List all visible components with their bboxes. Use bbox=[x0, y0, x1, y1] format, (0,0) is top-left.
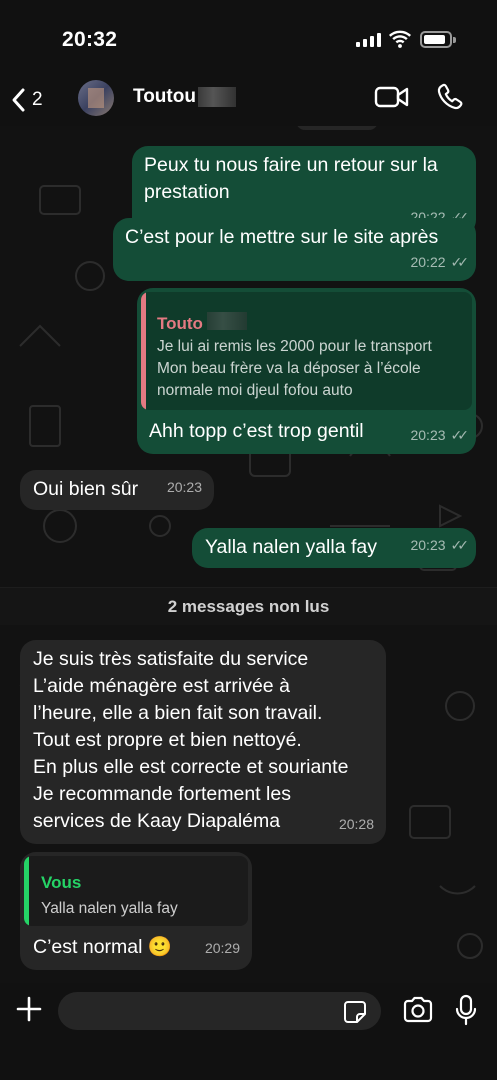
message-text: C’est pour le mettre sur le site après bbox=[125, 226, 439, 248]
read-receipt-icon: ✓✓ bbox=[450, 254, 470, 270]
message-bubble-reply[interactable]: Vous Yalla nalen yalla fay C’est normal … bbox=[20, 852, 252, 970]
back-button[interactable]: 2 bbox=[10, 84, 54, 116]
camera-icon bbox=[403, 996, 433, 1023]
status-bar: 20:32 bbox=[0, 0, 497, 80]
message-time: 20:22 bbox=[410, 254, 446, 270]
redacted-name-blur bbox=[207, 312, 247, 330]
quoted-message[interactable]: Touto Je lui ai remis les 2000 pour le t… bbox=[141, 292, 472, 410]
message-bubble-incoming[interactable]: Je suis très satisfaite du service L’aid… bbox=[20, 640, 386, 844]
status-time: 20:32 bbox=[62, 28, 118, 51]
quote-author: Touto bbox=[157, 314, 203, 333]
message-text: Je suis très satisfaite du service bbox=[33, 648, 309, 670]
quote-accent-bar bbox=[141, 292, 146, 410]
message-text: l’heure, elle a bien fait son travail. bbox=[33, 702, 323, 724]
quote-text: normale moi djeul fofou auto bbox=[157, 382, 353, 399]
message-text: En plus elle est correcte et souriante bbox=[33, 756, 349, 778]
quote-text: Mon beau frère va la déposer à l’école bbox=[157, 360, 421, 377]
message-text: Je recommande fortement les bbox=[33, 783, 291, 805]
quote-accent-bar bbox=[24, 856, 29, 926]
message-time: 20:23 bbox=[410, 427, 446, 443]
message-text: Oui bien sûr bbox=[33, 478, 139, 500]
quoted-message[interactable]: Vous Yalla nalen yalla fay bbox=[24, 856, 248, 926]
message-time: 20:28 bbox=[338, 816, 374, 832]
message-time: 20:29 bbox=[204, 940, 240, 956]
message-text: services de Kaay Diapaléma bbox=[33, 810, 281, 832]
chat-header: 2 Toutou bbox=[0, 80, 497, 126]
sticker-icon bbox=[344, 1001, 366, 1023]
video-call-button[interactable] bbox=[374, 84, 410, 115]
read-receipt-icon: ✓✓ bbox=[450, 537, 470, 553]
quote-text: Je lui ai remis les 2000 pour le transpo… bbox=[157, 338, 432, 355]
battery-icon bbox=[420, 31, 456, 48]
previous-message-edge bbox=[296, 126, 378, 130]
unread-messages-divider: 2 messages non lus bbox=[0, 587, 497, 625]
avatar[interactable] bbox=[78, 80, 114, 116]
message-text: C’est normal 🙂 bbox=[33, 936, 173, 958]
video-call-icon bbox=[374, 86, 409, 108]
plus-icon bbox=[16, 996, 42, 1022]
back-chevron-icon bbox=[12, 88, 25, 112]
signal-icon bbox=[356, 32, 381, 47]
message-text: Peux tu nous faire un retour sur la bbox=[144, 154, 438, 176]
message-time: 20:23 bbox=[166, 479, 202, 495]
phone-call-icon bbox=[437, 83, 463, 110]
message-bubble-outgoing[interactable]: C’est pour le mettre sur le site après 2… bbox=[113, 218, 476, 281]
quote-text: Yalla nalen yalla fay bbox=[41, 900, 178, 917]
message-text: Tout est propre et bien nettoyé. bbox=[33, 729, 302, 751]
phone-call-button[interactable] bbox=[436, 82, 464, 117]
camera-button[interactable] bbox=[402, 996, 434, 1029]
sticker-button[interactable] bbox=[343, 1000, 367, 1029]
contact-name: Toutou bbox=[133, 86, 196, 107]
message-text: Ahh topp c’est trop gentil bbox=[149, 420, 364, 442]
chat-area[interactable]: Peux tu nous faire un retour sur la pres… bbox=[0, 126, 497, 983]
back-unread-count: 2 bbox=[32, 89, 43, 110]
redacted-name-blur bbox=[197, 87, 236, 107]
message-text: Yalla nalen yalla fay bbox=[205, 536, 377, 558]
message-input[interactable] bbox=[58, 992, 381, 1030]
read-receipt-icon: ✓✓ bbox=[450, 427, 470, 443]
message-text: prestation bbox=[144, 181, 230, 203]
attach-button[interactable] bbox=[15, 995, 43, 1028]
message-bubble-outgoing[interactable]: Yalla nalen yalla fay 20:23 ✓✓ bbox=[192, 528, 476, 568]
quote-author: Vous bbox=[41, 873, 82, 892]
message-text: L’aide ménagère est arrivée à bbox=[33, 675, 290, 697]
message-time: 20:23 bbox=[410, 537, 446, 553]
voice-message-button[interactable] bbox=[455, 994, 477, 1031]
message-bubble-incoming[interactable]: Oui bien sûr 20:23 bbox=[20, 470, 214, 510]
microphone-icon bbox=[455, 994, 477, 1026]
contact-name-button[interactable]: Toutou bbox=[133, 86, 236, 108]
composer-bar bbox=[0, 983, 497, 1080]
message-bubble-outgoing-reply[interactable]: Touto Je lui ai remis les 2000 pour le t… bbox=[137, 288, 476, 454]
wifi-icon bbox=[388, 29, 412, 53]
